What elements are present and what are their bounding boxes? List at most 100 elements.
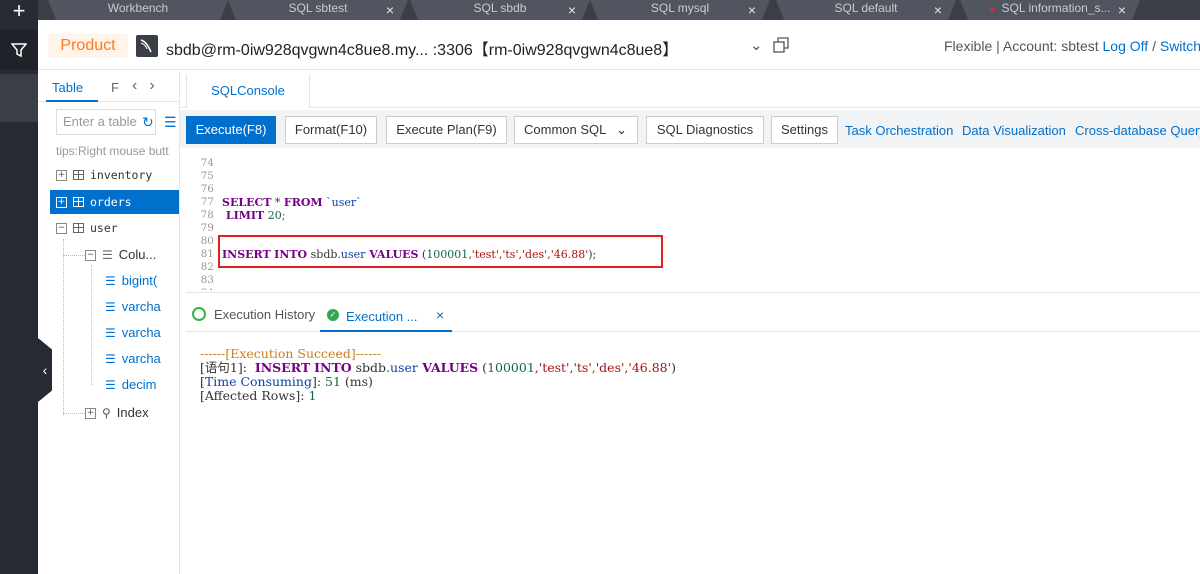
tree-node-index[interactable]: + ⚲ Index: [85, 402, 149, 424]
chevron-down-icon[interactable]: ⌄: [750, 36, 763, 54]
tree-label: inventory: [90, 168, 153, 182]
tree-guide: [63, 413, 85, 414]
pane-divider[interactable]: [186, 292, 1200, 293]
rail-item[interactable]: [0, 74, 38, 122]
product-menu[interactable]: Product: [48, 34, 128, 58]
code-line-select[interactable]: SELECT * FROM `user`: [222, 196, 362, 209]
task-orchestration-link[interactable]: Task Orchestration: [845, 123, 953, 138]
tree-node-user[interactable]: − user: [56, 217, 118, 239]
new-window-icon[interactable]: [773, 37, 789, 53]
tab-f[interactable]: F: [111, 80, 119, 95]
tree-guide: [91, 265, 92, 385]
logoff-link[interactable]: Log Off: [1103, 38, 1149, 54]
header-bar: Product sbdb@rm-0iw928qvgwn4c8ue8.my... …: [38, 24, 1200, 70]
sql-diagnostics-button[interactable]: SQL Diagnostics: [646, 116, 764, 144]
list-icon: ☰: [102, 248, 113, 262]
line-number: 74: [200, 157, 214, 169]
chevron-left-icon[interactable]: ‹: [132, 77, 149, 94]
statement-label: [语句1]:: [200, 360, 255, 375]
tab-sqlconsole[interactable]: SQLConsole: [186, 74, 310, 108]
tab-workbench[interactable]: Workbench: [48, 0, 228, 20]
execute-plan-button[interactable]: Execute Plan(F9): [386, 116, 507, 144]
keyword: SELECT: [222, 196, 272, 209]
line-number: 80: [200, 235, 214, 247]
tree-label: Colu...: [118, 247, 157, 262]
collapse-icon[interactable]: −: [85, 249, 96, 261]
mysql-icon: [136, 35, 158, 57]
tree-label: bigint(: [121, 273, 158, 288]
keyword: FROM: [283, 196, 323, 209]
execute-button[interactable]: Execute(F8): [186, 116, 276, 144]
table-icon: [73, 197, 84, 207]
refresh-icon[interactable]: ↻: [142, 114, 154, 131]
column-icon: ☰: [105, 274, 116, 288]
table-search-input[interactable]: Enter a table: [56, 109, 156, 135]
tree-node-column[interactable]: ☰ varcha: [105, 322, 161, 344]
tab-sql-sbtest[interactable]: SQL sbtest ×: [228, 0, 408, 20]
tree-node-orders[interactable]: + orders: [50, 190, 179, 214]
data-visualization-link[interactable]: Data Visualization: [962, 123, 1066, 138]
tree-node-column[interactable]: ☰ varcha: [105, 296, 161, 318]
cross-database-query-link[interactable]: Cross-database Query: [1075, 123, 1200, 138]
settings-button[interactable]: Settings: [771, 116, 838, 144]
code-text: (: [478, 360, 488, 375]
common-sql-label: Common SQL: [524, 122, 607, 137]
left-rail: +: [0, 0, 38, 574]
keyword: INTO: [314, 360, 352, 375]
tree-label: user: [90, 221, 118, 235]
sql-editor[interactable]: 74 75 76 77 78 79 80 81 82 83 84 SELECT …: [186, 150, 1200, 290]
format-button[interactable]: Format(F10): [285, 116, 377, 144]
tab-execution-history[interactable]: Execution History: [214, 307, 315, 322]
close-icon[interactable]: ×: [568, 2, 576, 18]
history-icon: [192, 307, 206, 321]
close-icon[interactable]: ×: [748, 2, 756, 18]
tab-sql-mysql[interactable]: SQL mysql ×: [590, 0, 770, 20]
tab-label: SQL information_s...: [1001, 1, 1111, 15]
line-number: 82: [200, 261, 214, 273]
separator: |: [992, 38, 1003, 54]
tab-label: Workbench: [107, 1, 169, 15]
tab-sql-information-s[interactable]: ● SQL information_s... ×: [960, 0, 1140, 20]
tab-scroll-arrows[interactable]: ‹›: [132, 77, 167, 95]
add-icon[interactable]: +: [0, 0, 38, 24]
tab-label: SQL sbtest: [288, 1, 348, 15]
tab-underline: [320, 330, 452, 332]
code-line-limit[interactable]: LIMIT 20;: [222, 209, 286, 222]
chevron-right-icon[interactable]: ›: [149, 77, 166, 94]
expand-icon[interactable]: +: [85, 407, 96, 419]
filter-icon[interactable]: [0, 30, 38, 70]
tree-node-inventory[interactable]: + inventory: [56, 164, 152, 186]
line-number: 79: [200, 222, 214, 234]
tree-label: varcha: [121, 351, 161, 366]
list-icon[interactable]: ☰: [164, 114, 177, 131]
close-icon[interactable]: ×: [1118, 2, 1126, 18]
close-icon[interactable]: ×: [436, 307, 444, 323]
tree-node-column[interactable]: ☰ varcha: [105, 348, 161, 370]
number: 51: [325, 374, 341, 389]
common-sql-dropdown[interactable]: Common SQL ⌄: [514, 116, 638, 144]
success-check-icon: ✓: [327, 309, 339, 321]
expand-icon[interactable]: +: [56, 196, 67, 208]
number: 1: [308, 388, 317, 403]
workbench-tabs: Workbench SQL sbtest × SQL sbdb × SQL mysql × S…: [38, 0, 1200, 20]
tab-table[interactable]: Table: [52, 80, 83, 95]
switch-link[interactable]: Switch: [1160, 38, 1200, 54]
tab-sql-default[interactable]: SQL default ×: [776, 0, 956, 20]
mode-label: Flexible: [944, 38, 993, 54]
chevron-down-icon: ⌄: [616, 122, 627, 137]
tab-sql-sbdb[interactable]: SQL sbdb ×: [410, 0, 590, 20]
close-icon[interactable]: ×: [386, 2, 394, 18]
line-number: 78: [200, 209, 214, 221]
column-icon: ☰: [105, 326, 116, 340]
tree-node-columns[interactable]: − ☰ Colu...: [85, 244, 156, 266]
account-label: Account: sbtest: [1002, 38, 1099, 54]
connection-selector[interactable]: sbdb@rm-0iw928qvgwn4c8ue8.my... :3306【rm…: [166, 36, 678, 60]
collapse-icon[interactable]: −: [56, 222, 67, 234]
code-text: ): [671, 360, 676, 375]
tree-node-column[interactable]: ☰ decim: [105, 374, 156, 396]
tab-execution[interactable]: Execution ...: [346, 309, 418, 324]
tree-node-column[interactable]: ☰ bigint(: [105, 270, 157, 292]
close-icon[interactable]: ×: [934, 2, 942, 18]
expand-icon[interactable]: +: [56, 169, 67, 181]
account-area: Flexible | Account: sbtest Log Off / Swi…: [944, 38, 1200, 54]
